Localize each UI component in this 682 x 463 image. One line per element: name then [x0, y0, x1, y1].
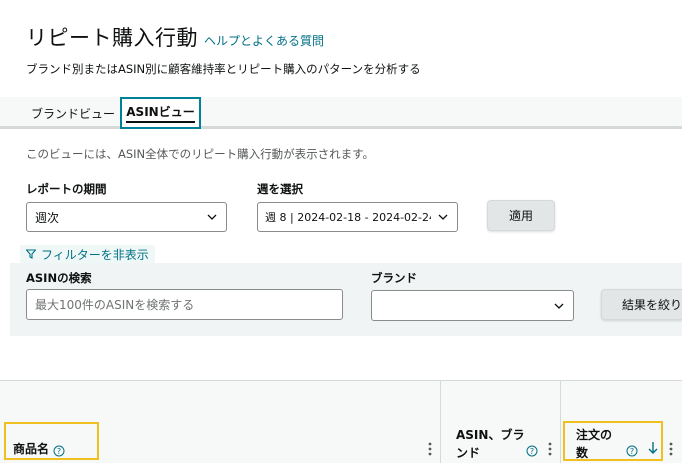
asin-search-placeholder: 最大100件のASINを検索する	[35, 298, 195, 312]
report-period-label: レポートの期間	[26, 182, 107, 196]
tab-label: ASINビュー	[126, 103, 195, 123]
week-select-label: 週を選択	[257, 182, 303, 196]
svg-text:?: ?	[530, 447, 534, 456]
column-menu-icon[interactable]	[669, 442, 673, 456]
column-divider	[560, 380, 561, 463]
tab-brand-view[interactable]: ブランドビュー	[25, 97, 121, 129]
asin-search-input[interactable]: 最大100件のASINを検索する	[26, 289, 343, 320]
tab-label: ブランドビュー	[30, 106, 115, 121]
report-period-value: 週次	[35, 210, 60, 225]
hide-filters-toggle[interactable]: フィルターを非表示	[20, 245, 155, 263]
hide-filters-label: フィルターを非表示	[41, 247, 149, 262]
report-period-select[interactable]: 週次	[26, 202, 227, 232]
view-tabs: ブランドビュー ASINビュー	[0, 97, 682, 129]
chevron-down-icon	[207, 214, 217, 220]
asin-search-label: ASINの検索	[26, 271, 92, 285]
chevron-down-icon	[554, 303, 564, 309]
column-header-line: ンド	[456, 446, 481, 460]
page-header: リピート購入行動 ヘルプとよくある質問	[26, 22, 324, 52]
view-description: このビューには、ASIN全体でのリピート購入行動が表示されます。	[26, 147, 375, 161]
column-menu-icon[interactable]	[428, 442, 432, 456]
highlight-box	[563, 421, 663, 461]
highlight-box	[4, 422, 99, 460]
week-select-value: 週 8 | 2024-02-18 - 2024-02-24	[265, 211, 431, 224]
column-divider	[440, 380, 441, 463]
column-header-line: ASIN、ブラ	[456, 428, 525, 442]
column-menu-icon[interactable]	[548, 442, 552, 456]
brand-select-label: ブランド	[371, 271, 417, 285]
filter-funnel-icon	[26, 249, 36, 259]
brand-select[interactable]	[371, 290, 574, 321]
apply-button[interactable]: 適用	[487, 200, 555, 231]
week-select[interactable]: 週 8 | 2024-02-18 - 2024-02-24	[257, 202, 458, 232]
tab-asin-view[interactable]: ASINビュー	[120, 97, 201, 129]
help-circle-icon[interactable]: ?	[526, 445, 538, 457]
refine-results-button[interactable]: 結果を絞り	[601, 289, 682, 320]
help-faq-link[interactable]: ヘルプとよくある質問	[204, 32, 324, 49]
page-title: リピート購入行動	[26, 26, 198, 50]
chevron-down-icon	[438, 214, 448, 220]
column-header-asin-brand[interactable]: ASIN、ブラ ンド	[456, 426, 524, 462]
page-subtitle: ブランド別またはASIN別に顧客維持率とリピート購入のパターンを分析する	[26, 62, 421, 76]
